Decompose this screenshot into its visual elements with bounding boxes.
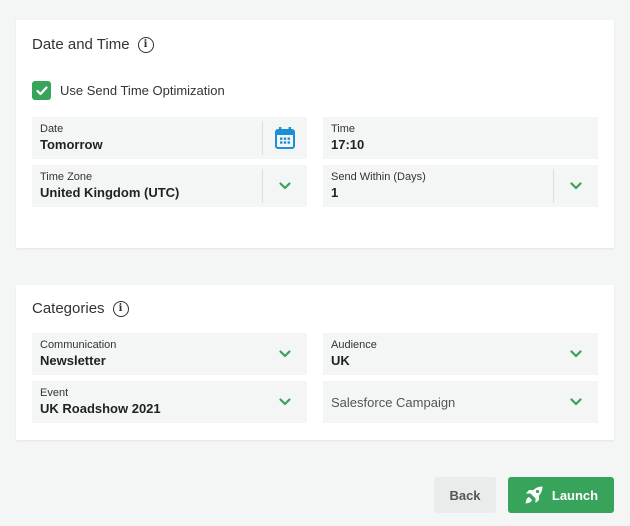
audience-value: UK: [331, 353, 350, 368]
date-field[interactable]: Date Tomorrow: [32, 117, 307, 159]
chevron-down-icon: [279, 182, 291, 190]
time-zone-select[interactable]: Time Zone United Kingdom (UTC): [32, 165, 307, 207]
communication-value: Newsletter: [40, 353, 106, 368]
time-zone-dropdown-toggle[interactable]: [263, 165, 307, 207]
send-time-optimization-label: Use Send Time Optimization: [60, 83, 225, 98]
calendar-icon: [275, 127, 295, 149]
event-label: Event: [40, 387, 69, 399]
date-time-card: Date and Time i Use Send Time Optimizati…: [16, 20, 614, 248]
event-select[interactable]: Event UK Roadshow 2021: [32, 381, 307, 423]
date-label: Date: [40, 123, 64, 135]
send-within-dropdown-toggle[interactable]: [554, 165, 598, 207]
back-button-label: Back: [449, 487, 481, 503]
categories-title: Categories: [32, 300, 105, 317]
launch-button[interactable]: Launch: [508, 477, 614, 513]
send-time-optimization-checkbox[interactable]: [32, 81, 51, 100]
send-within-select[interactable]: Send Within (Days) 1: [323, 165, 598, 207]
salesforce-campaign-dropdown-toggle[interactable]: [554, 381, 598, 423]
send-time-optimization-checkbox-row[interactable]: Use Send Time Optimization: [32, 81, 225, 100]
audience-dropdown-toggle[interactable]: [554, 333, 598, 375]
categories-card: Categories i Communication Newsletter Au…: [16, 285, 614, 440]
chevron-down-icon: [570, 398, 582, 406]
time-zone-label: Time Zone: [40, 171, 93, 183]
audience-select[interactable]: Audience UK: [323, 333, 598, 375]
event-dropdown-toggle[interactable]: [263, 381, 307, 423]
send-within-label: Send Within (Days): [331, 171, 426, 183]
categories-heading: Categories i: [32, 300, 129, 317]
salesforce-campaign-placeholder: Salesforce Campaign: [331, 395, 456, 410]
date-value: Tomorrow: [40, 137, 103, 152]
date-time-heading: Date and Time i: [32, 36, 154, 53]
communication-select[interactable]: Communication Newsletter: [32, 333, 307, 375]
rocket-icon: [525, 486, 543, 504]
chevron-down-icon: [570, 350, 582, 358]
back-button[interactable]: Back: [434, 477, 496, 513]
time-value: 17:10: [331, 137, 365, 152]
chevron-down-icon: [570, 182, 582, 190]
date-picker-button[interactable]: [263, 117, 307, 159]
time-label: Time: [331, 123, 356, 135]
audience-label: Audience: [331, 339, 377, 351]
time-zone-value: United Kingdom (UTC): [40, 185, 180, 200]
chevron-down-icon: [279, 398, 291, 406]
send-within-value: 1: [331, 185, 339, 200]
communication-label: Communication: [40, 339, 117, 351]
date-time-title: Date and Time: [32, 36, 130, 53]
event-value: UK Roadshow 2021: [40, 401, 161, 416]
time-field[interactable]: Time 17:10: [323, 117, 598, 159]
launch-button-label: Launch: [551, 487, 599, 503]
info-icon[interactable]: i: [137, 36, 154, 53]
communication-dropdown-toggle[interactable]: [263, 333, 307, 375]
salesforce-campaign-select[interactable]: Salesforce Campaign: [323, 381, 598, 423]
checkmark-icon: [35, 85, 48, 95]
info-icon[interactable]: i: [112, 300, 129, 317]
chevron-down-icon: [279, 350, 291, 358]
